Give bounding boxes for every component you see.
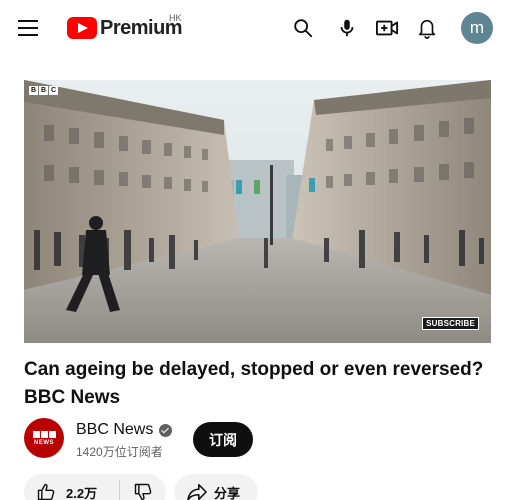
channel-name: BBC News: [76, 421, 154, 438]
thumbs-up-icon: [37, 483, 55, 500]
share-button[interactable]: 分享: [174, 474, 258, 500]
microphone-icon[interactable]: [335, 16, 359, 40]
subscriber-count: 1420万位订阅者: [76, 445, 163, 459]
youtube-watch-page: Premium HK m B B C SUBSCRIBE Can ageing …: [0, 0, 515, 500]
like-count: 2.2万: [66, 485, 98, 500]
dislike-button[interactable]: [120, 474, 166, 500]
account-avatar[interactable]: m: [461, 12, 493, 44]
channel-avatar[interactable]: NEWS: [24, 418, 64, 458]
subscribe-button[interactable]: 订阅: [193, 422, 253, 457]
bbc-block: [32, 430, 40, 438]
like-button[interactable]: 2.2万: [24, 474, 107, 500]
menu-icon[interactable]: [16, 16, 40, 40]
video-title: Can ageing be delayed, stopped or even r…: [24, 359, 484, 408]
bbc-block: [40, 430, 48, 438]
channel-name-link[interactable]: BBC News: [76, 421, 173, 439]
share-label: 分享: [214, 485, 241, 500]
search-icon[interactable]: [291, 16, 315, 40]
channel-avatar-caption: NEWS: [34, 439, 54, 446]
notifications-bell-icon[interactable]: [415, 16, 439, 40]
bbc-watermark-logo: B B C: [29, 86, 58, 95]
create-video-icon[interactable]: [375, 16, 399, 40]
like-dislike-group: 2.2万: [24, 474, 166, 500]
youtube-premium-logo[interactable]: Premium: [67, 15, 183, 41]
share-arrow-icon: [187, 483, 207, 500]
video-frame-street-scene: [24, 80, 491, 343]
bbc-letter: B: [39, 86, 48, 95]
video-player[interactable]: B B C SUBSCRIBE: [24, 80, 491, 343]
avatar-letter: m: [469, 18, 485, 37]
youtube-play-logo-icon: [67, 17, 97, 39]
top-app-bar: Premium HK m: [0, 0, 515, 56]
bbc-letter: B: [29, 86, 38, 95]
verified-badge-icon: [159, 423, 173, 437]
region-code: HK: [169, 13, 182, 23]
bbc-letter: C: [49, 86, 58, 95]
subscribe-watermark-button[interactable]: SUBSCRIBE: [422, 317, 479, 330]
thumbs-down-icon: [134, 483, 152, 500]
bbc-logo-blocks: [32, 430, 56, 438]
bbc-block: [48, 430, 56, 438]
